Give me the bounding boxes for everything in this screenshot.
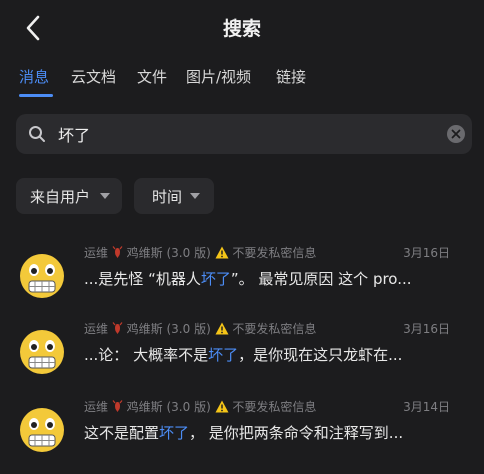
close-icon	[451, 129, 461, 139]
lobster-icon	[112, 322, 123, 334]
message-meta: 运维 鸡维斯 (3.0 版) 不要发私密信息	[84, 398, 316, 415]
chevron-down-icon	[190, 193, 200, 199]
warning-text: 不要发私密信息	[232, 322, 317, 336]
message-snippet: 这不是配置坏了， 是你把两条命令和注释写到...	[84, 422, 472, 443]
snippet-text: ，是你现在这只龙虾在...	[238, 346, 403, 364]
warning-text: 不要发私密信息	[232, 400, 317, 414]
tab-images-videos[interactable]: 图片/视频	[186, 66, 251, 87]
search-bar	[16, 114, 472, 154]
filter-time[interactable]: 时间	[134, 178, 214, 214]
avatar	[20, 330, 64, 374]
warning-icon	[215, 400, 229, 413]
list-item[interactable]: 运维 鸡维斯 (3.0 版) 不要发私密信息 3月14日 这不是配置坏了， 是你…	[0, 398, 484, 474]
tab-bar: 消息 云文档 文件 图片/视频 链接	[0, 62, 484, 98]
bot-name: 鸡维斯 (3.0 版)	[126, 400, 211, 414]
message-meta: 运维 鸡维斯 (3.0 版) 不要发私密信息	[84, 244, 316, 261]
top-bar: 搜索	[0, 0, 484, 56]
sender-name: 运维	[84, 322, 109, 336]
page-title: 搜索	[222, 18, 261, 40]
search-icon	[29, 126, 45, 142]
search-highlight: 坏了	[200, 270, 231, 288]
message-snippet: ...是先怪 “机器人坏了”。 最常见原因 这个 pro...	[84, 268, 472, 289]
search-highlight: 坏了	[208, 346, 239, 364]
sender-name: 运维	[84, 400, 109, 414]
avatar	[20, 254, 64, 298]
snippet-text: ...论： 大概率不是	[84, 346, 209, 364]
bot-name: 鸡维斯 (3.0 版)	[126, 246, 211, 260]
tab-links[interactable]: 链接	[276, 66, 306, 87]
snippet-text: ...是先怪 “机器人	[84, 270, 201, 288]
tab-messages[interactable]: 消息	[19, 66, 49, 87]
message-meta: 运维 鸡维斯 (3.0 版) 不要发私密信息	[84, 320, 316, 337]
filter-label: 时间	[152, 188, 183, 206]
avatar	[20, 408, 64, 452]
lobster-icon	[112, 246, 123, 258]
warning-icon	[215, 322, 229, 335]
clear-search-button[interactable]	[447, 125, 465, 143]
chevron-down-icon	[100, 193, 110, 199]
warning-icon	[215, 246, 229, 259]
message-date: 3月16日	[403, 322, 450, 336]
sender-name: 运维	[84, 246, 109, 260]
search-highlight: 坏了	[159, 424, 190, 442]
filter-from-user[interactable]: 来自用户	[16, 178, 122, 214]
tab-files[interactable]: 文件	[137, 66, 167, 87]
list-item[interactable]: 运维 鸡维斯 (3.0 版) 不要发私密信息 3月16日 ...论： 大概率不是…	[0, 320, 484, 396]
filter-label: 来自用户	[30, 188, 91, 206]
snippet-text: ”。 最常见原因 这个 pro...	[230, 270, 412, 288]
message-date: 3月14日	[403, 400, 450, 414]
lobster-icon	[112, 400, 123, 412]
warning-text: 不要发私密信息	[232, 246, 317, 260]
tab-cloud-docs[interactable]: 云文档	[71, 66, 116, 87]
snippet-text: 这不是配置	[84, 424, 160, 442]
message-snippet: ...论： 大概率不是坏了，是你现在这只龙虾在...	[84, 344, 472, 365]
message-date: 3月16日	[403, 246, 450, 260]
list-item[interactable]: 运维 鸡维斯 (3.0 版) 不要发私密信息 3月16日 ...是先怪 “机器人…	[0, 244, 484, 320]
bot-name: 鸡维斯 (3.0 版)	[126, 322, 211, 336]
search-input[interactable]	[58, 120, 428, 148]
active-tab-indicator	[19, 94, 53, 97]
snippet-text: ， 是你把两条命令和注释写到...	[189, 424, 404, 442]
